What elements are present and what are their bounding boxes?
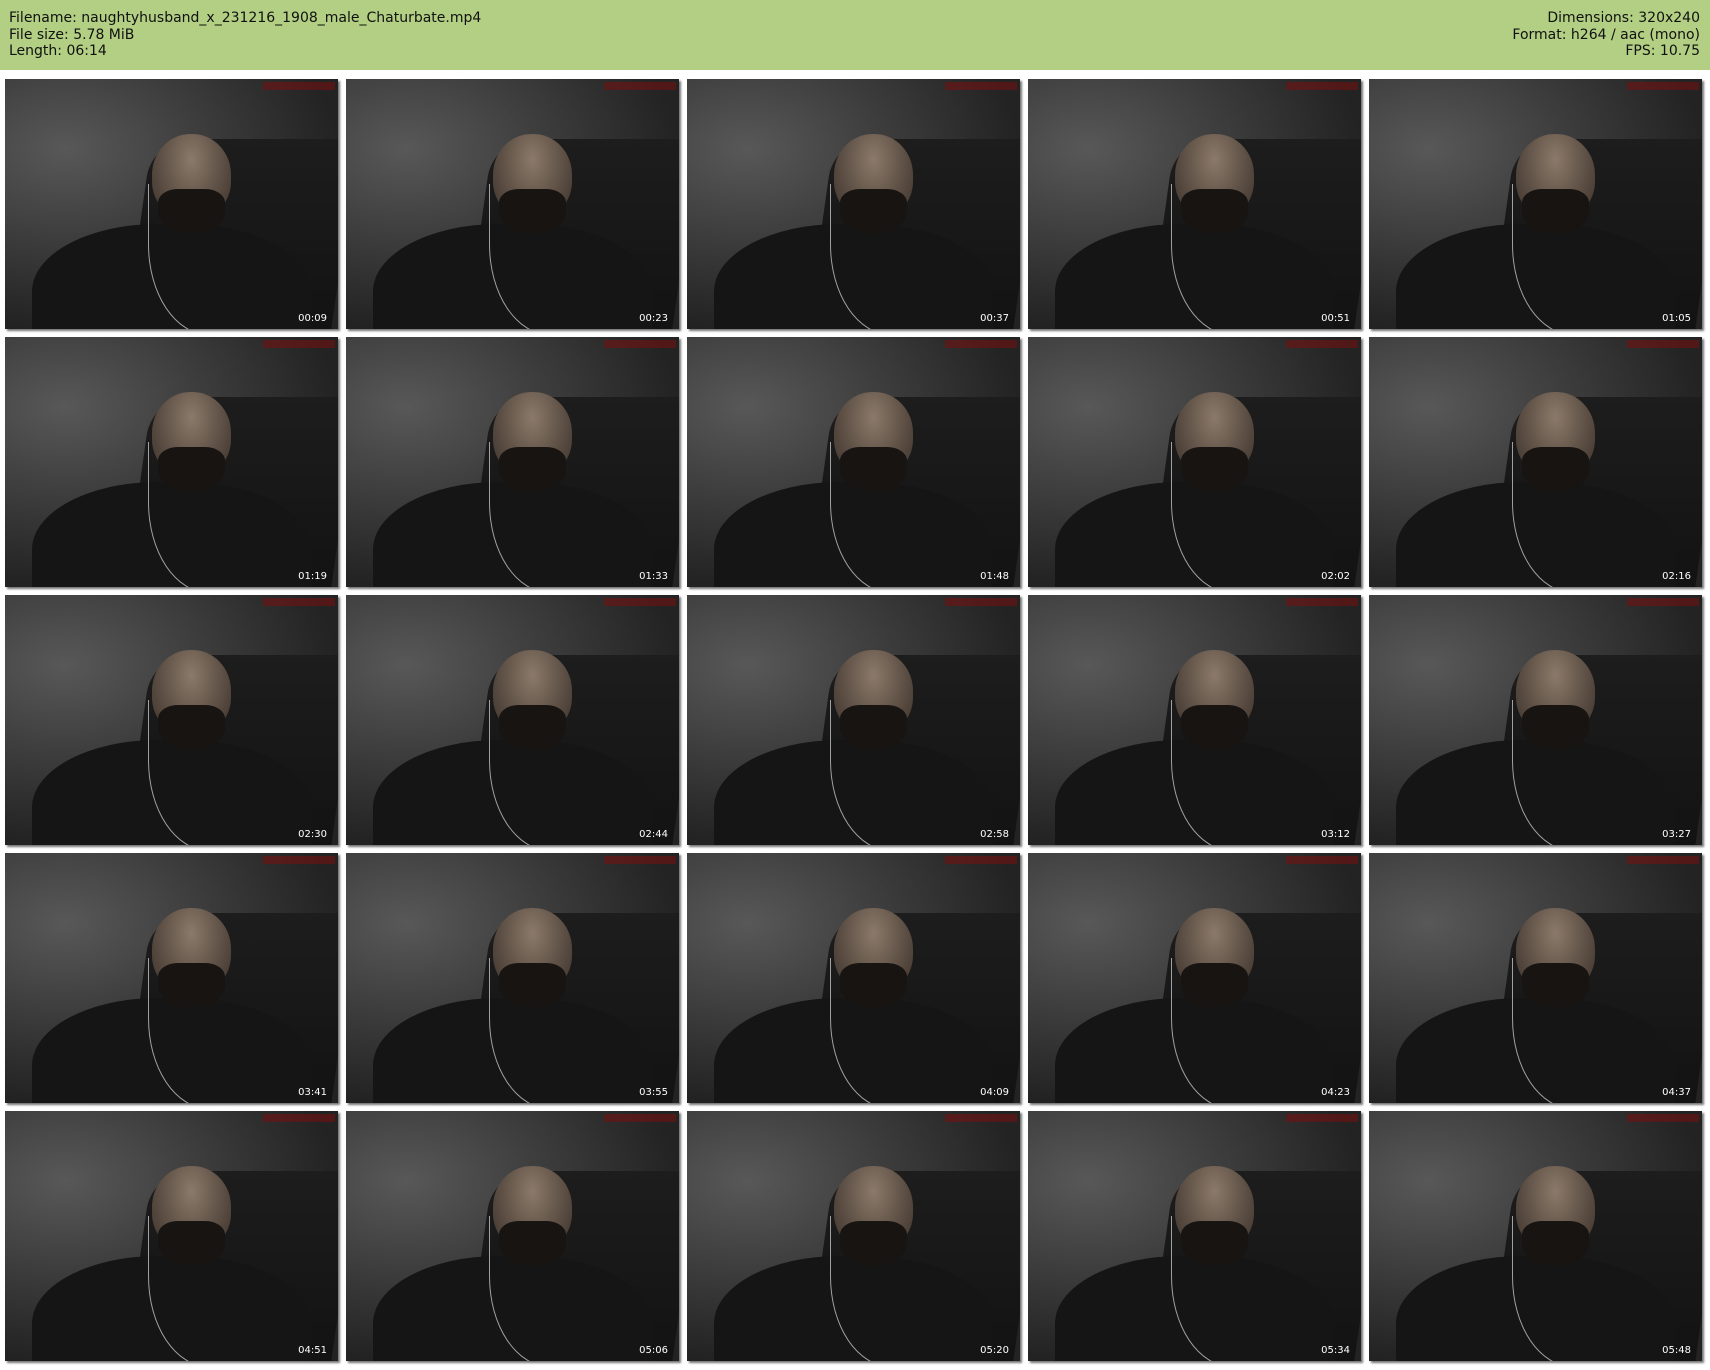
thumbnail-timestamp: 03:55: [639, 1087, 668, 1098]
watermark-logo: [1627, 856, 1699, 864]
watermark-logo: [604, 1114, 676, 1122]
thumbnail-frame[interactable]: 00:51: [1028, 79, 1361, 329]
thumbnail-frame[interactable]: 04:09: [687, 853, 1020, 1103]
thumbnail-timestamp: 05:48: [1662, 1345, 1691, 1356]
thumbnail-grid: 00:09 00:23 00:37 00:51 01:05 01:19 01:33 01:48…: [5, 79, 1702, 1361]
thumbnail-timestamp: 04:51: [298, 1345, 327, 1356]
watermark-logo: [604, 340, 676, 348]
filename-label: Filename: naughtyhusband_x_231216_1908_m…: [9, 10, 482, 26]
thumbnail-frame[interactable]: 05:20: [687, 1111, 1020, 1361]
watermark-logo: [263, 1114, 335, 1122]
thumbnail-frame[interactable]: 00:09: [5, 79, 338, 329]
watermark-logo: [263, 856, 335, 864]
thumbnail-timestamp: 02:58: [980, 829, 1009, 840]
thumbnail-timestamp: 02:30: [298, 829, 327, 840]
thumbnail-frame[interactable]: 01:48: [687, 337, 1020, 587]
thumbnail-timestamp: 05:06: [639, 1345, 668, 1356]
thumbnail-frame[interactable]: 00:23: [346, 79, 679, 329]
watermark-logo: [945, 1114, 1017, 1122]
stream-info: Dimensions: 320x240 Format: h264 / aac (…: [1512, 10, 1700, 60]
watermark-logo: [1627, 340, 1699, 348]
filesize-label: File size: 5.78 MiB: [9, 26, 135, 43]
thumbnail-timestamp: 01:05: [1662, 313, 1691, 324]
thumbnail-frame[interactable]: 02:44: [346, 595, 679, 845]
watermark-logo: [263, 340, 335, 348]
watermark-logo: [1627, 1114, 1699, 1122]
thumbnail-frame[interactable]: 00:37: [687, 79, 1020, 329]
watermark-logo: [1627, 598, 1699, 606]
watermark-logo: [1286, 82, 1358, 90]
thumbnail-timestamp: 03:41: [298, 1087, 327, 1098]
dimensions-label: Dimensions: 320x240: [1547, 10, 1700, 26]
watermark-logo: [263, 598, 335, 606]
thumbnail-timestamp: 01:48: [980, 571, 1009, 582]
info-header: Filename: naughtyhusband_x_231216_1908_m…: [0, 0, 1710, 70]
thumbnail-frame[interactable]: 02:16: [1369, 337, 1702, 587]
thumbnail-frame[interactable]: 05:34: [1028, 1111, 1361, 1361]
thumbnail-timestamp: 02:44: [639, 829, 668, 840]
watermark-logo: [1286, 1114, 1358, 1122]
format-label: Format: h264 / aac (mono): [1512, 26, 1700, 43]
thumbnail-frame[interactable]: 02:02: [1028, 337, 1361, 587]
file-info: Filename: naughtyhusband_x_231216_1908_m…: [9, 10, 481, 60]
watermark-logo: [604, 856, 676, 864]
thumbnail-frame[interactable]: 01:05: [1369, 79, 1702, 329]
watermark-logo: [1286, 598, 1358, 606]
thumbnail-timestamp: 00:23: [639, 313, 668, 324]
thumbnail-timestamp: 05:34: [1321, 1345, 1350, 1356]
thumbnail-timestamp: 05:20: [980, 1345, 1009, 1356]
watermark-logo: [945, 82, 1017, 90]
thumbnail-frame[interactable]: 04:23: [1028, 853, 1361, 1103]
watermark-logo: [945, 340, 1017, 348]
thumbnail-frame[interactable]: 03:41: [5, 853, 338, 1103]
thumbnail-timestamp: 03:27: [1662, 829, 1691, 840]
thumbnail-frame[interactable]: 02:30: [5, 595, 338, 845]
thumbnail-frame[interactable]: 04:37: [1369, 853, 1702, 1103]
watermark-logo: [1627, 82, 1699, 90]
thumbnail-timestamp: 04:09: [980, 1087, 1009, 1098]
thumbnail-timestamp: 04:23: [1321, 1087, 1350, 1098]
thumbnail-frame[interactable]: 05:48: [1369, 1111, 1702, 1361]
length-label: Length: 06:14: [9, 43, 107, 59]
thumbnail-frame[interactable]: 03:12: [1028, 595, 1361, 845]
fps-label: FPS: 10.75: [1625, 43, 1700, 59]
thumbnail-timestamp: 01:19: [298, 571, 327, 582]
watermark-logo: [1286, 856, 1358, 864]
watermark-logo: [945, 856, 1017, 864]
watermark-logo: [604, 82, 676, 90]
thumbnail-frame[interactable]: 05:06: [346, 1111, 679, 1361]
thumbnail-frame[interactable]: 03:55: [346, 853, 679, 1103]
thumbnail-timestamp: 00:37: [980, 313, 1009, 324]
thumbnail-timestamp: 02:02: [1321, 571, 1350, 582]
watermark-logo: [945, 598, 1017, 606]
thumbnail-frame[interactable]: 01:19: [5, 337, 338, 587]
thumbnail-frame[interactable]: 03:27: [1369, 595, 1702, 845]
thumbnail-frame[interactable]: 02:58: [687, 595, 1020, 845]
watermark-logo: [263, 82, 335, 90]
thumbnail-timestamp: 04:37: [1662, 1087, 1691, 1098]
thumbnail-timestamp: 02:16: [1662, 571, 1691, 582]
watermark-logo: [604, 598, 676, 606]
thumbnail-timestamp: 03:12: [1321, 829, 1350, 840]
thumbnail-frame[interactable]: 04:51: [5, 1111, 338, 1361]
thumbnail-timestamp: 00:51: [1321, 313, 1350, 324]
thumbnail-timestamp: 00:09: [298, 313, 327, 324]
watermark-logo: [1286, 340, 1358, 348]
thumbnail-timestamp: 01:33: [639, 571, 668, 582]
thumbnail-frame[interactable]: 01:33: [346, 337, 679, 587]
